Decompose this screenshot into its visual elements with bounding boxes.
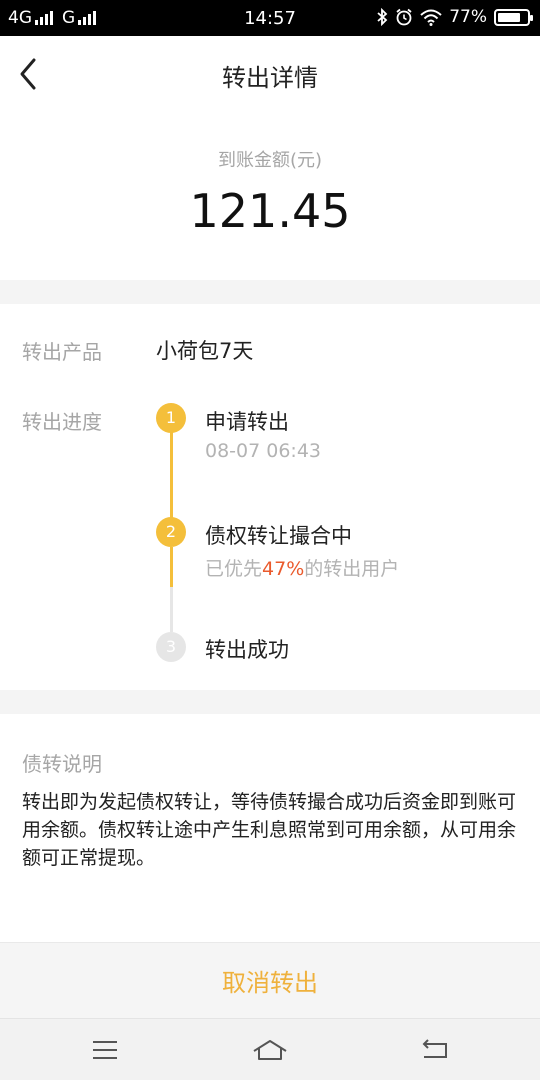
timeline-connector-2b xyxy=(170,587,173,632)
back-icon[interactable] xyxy=(414,1035,454,1065)
step-2-subtitle-suffix: 的转出用户 xyxy=(304,558,400,580)
timeline-connector-2a xyxy=(170,547,173,587)
step-1-title: 申请转出 xyxy=(205,410,289,434)
product-value: 小荷包7天 xyxy=(156,339,254,363)
transfer-notes: 债转说明 转出即为发起债权转让，等待债转撮合成功后资金即到账可用余额。债权转让途… xyxy=(0,714,540,942)
notes-title: 债转说明 xyxy=(22,752,102,776)
transfer-details: 转出产品 小荷包7天 转出进度 1 申请转出 08-07 06:43 2 债权转… xyxy=(0,304,540,690)
status-bar: 4G G 14:57 77% xyxy=(0,0,540,36)
step-3-indicator: 3 xyxy=(156,632,186,662)
cancel-bar: 取消转出 xyxy=(0,942,540,1018)
system-nav-bar xyxy=(0,1018,540,1080)
amount-label: 到账金额(元) xyxy=(217,150,323,171)
step-1-time: 08-07 06:43 xyxy=(205,440,322,462)
cancel-transfer-button[interactable]: 取消转出 xyxy=(0,963,540,998)
app-header: 转出详情 xyxy=(0,36,540,112)
alarm-icon xyxy=(396,8,412,26)
amount-value: 121.45 xyxy=(189,184,351,238)
step-2-title: 债权转让撮合中 xyxy=(205,524,352,548)
step-1-indicator: 1 xyxy=(156,403,186,433)
page-title: 转出详情 xyxy=(222,64,318,92)
progress-label: 转出进度 xyxy=(22,410,102,434)
step-3-title: 转出成功 xyxy=(205,638,289,662)
amount-card: 到账金额(元) 121.45 xyxy=(0,112,540,280)
wifi-icon xyxy=(420,9,442,26)
battery-icon xyxy=(494,8,533,26)
status-icons: 77% xyxy=(376,7,533,27)
step-2-subtitle-prefix: 已优先 xyxy=(205,558,263,580)
bluetooth-icon xyxy=(377,8,388,26)
home-icon[interactable] xyxy=(250,1035,290,1065)
step-2-percent: 47% xyxy=(262,558,305,580)
battery-percent: 77% xyxy=(449,7,487,27)
notes-body: 转出即为发起债权转让，等待债转撮合成功后资金即到账可用余额。债权转让途中产生利息… xyxy=(22,791,517,869)
step-2-indicator: 2 xyxy=(156,517,186,547)
product-label: 转出产品 xyxy=(22,340,102,364)
menu-icon[interactable] xyxy=(85,1035,125,1065)
step-2-subtitle: 已优先47%的转出用户 xyxy=(205,554,399,581)
